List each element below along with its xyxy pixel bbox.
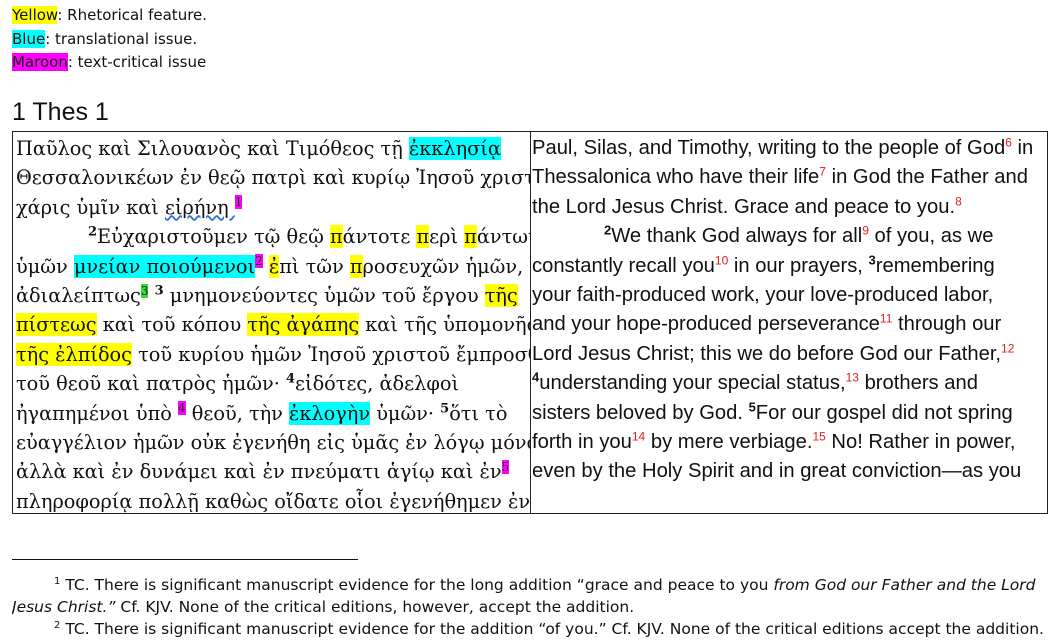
footnote-reference[interactable]: 15 xyxy=(812,429,825,443)
footnote-reference[interactable]: 12 xyxy=(1001,341,1014,355)
english-line: the Lord Jesus Christ. Grace and peace t… xyxy=(532,194,962,218)
english-line: Lord Jesus Christ; this we do before God… xyxy=(532,341,1015,365)
greek-line: Θεσσαλονικέων ἐν θεῷ πατρὶ καὶ κυρίῳ Ἰησ… xyxy=(16,166,531,190)
blue-highlight: μνείαν ποιούμενοι xyxy=(73,254,256,278)
yellow-highlight: π xyxy=(349,254,363,278)
greek-line: πληροφορίᾳ πολλῇ καθὼς οἴδατε οἷοι ἐγενή… xyxy=(16,489,531,513)
legend-item-maroon: Maroon: text-critical issue xyxy=(12,51,207,75)
footnote: 2 TC. There is significant manuscript ev… xyxy=(54,619,1044,638)
verse-number: 5 xyxy=(440,401,450,417)
yellow-highlight: ἐ xyxy=(268,254,280,278)
legend-key: Maroon xyxy=(12,53,68,71)
legend-item-yellow: Yellow: Rhetorical feature. xyxy=(12,4,207,28)
spellcheck-underline: εἰρήνη xyxy=(164,195,235,219)
section-heading: 1 Thes 1 xyxy=(12,98,109,126)
translation-table: Παῦλος καὶ Σιλουανὸς καὶ Τιμόθεος τῇ ἐκκ… xyxy=(12,131,1048,514)
greek-line: εὐαγγέλιον ἡμῶν οὐκ ἐγενήθη εἰς ὑμᾶς ἐν … xyxy=(16,431,531,455)
yellow-highlight: π xyxy=(416,225,430,249)
blue-highlight: ἐκλογὴν xyxy=(289,401,371,425)
english-line: even by the Holy Spirit and in great con… xyxy=(532,460,1022,483)
english-line: Paul, Silas, and Timothy, writing to the… xyxy=(532,135,1034,159)
footnote-reference[interactable]: 8 xyxy=(955,194,962,208)
yellow-highlight: π xyxy=(329,225,343,249)
legend-text: : Rhetorical feature. xyxy=(57,6,208,24)
verse-number: 3 xyxy=(868,251,876,267)
legend-key: Blue xyxy=(12,29,46,48)
footnote-reference[interactable]: 9 xyxy=(862,223,869,237)
english-line: 4understanding your special status,13 br… xyxy=(532,369,978,395)
greek-line: πίστεως καὶ τοῦ κόπου τῆς ἀγάπης καὶ τῆς… xyxy=(16,313,531,337)
greek-line: ὑμῶν μνείαν ποιούμενοι2 ἐπὶ τῶν προσευχῶ… xyxy=(16,254,524,278)
footnote: Jesus Christ.” Cf. KJV. None of the crit… xyxy=(12,598,635,616)
legend-text: : translational issue. xyxy=(45,29,198,48)
footnote-marker: 5 xyxy=(501,460,510,475)
greek-line: ἀδιαλείπτως3 3 μνημονεύοντες ὑμῶν τοῦ ἔρ… xyxy=(16,283,518,308)
footnote-marker: 4 xyxy=(178,401,186,416)
footnote-separator xyxy=(12,559,358,560)
greek-line: ἀλλὰ καὶ ἐν δυνάμει καὶ ἐν πνεύματι ἁγίῳ… xyxy=(16,460,510,484)
yellow-highlight: πίστεως xyxy=(16,313,97,337)
english-column: Paul, Silas, and Timothy, writing to the… xyxy=(531,132,1047,513)
legend-item-blue: Blue: translational issue. xyxy=(12,28,207,52)
english-line: forth in you14 by mere verbiage.15 No! R… xyxy=(532,429,1016,454)
footnote-reference[interactable]: 6 xyxy=(1005,135,1012,149)
english-line: Thessalonica who have their life7 in God… xyxy=(532,164,1028,189)
footnote-marker: 1 xyxy=(234,195,243,210)
yellow-highlight: τῆς xyxy=(484,284,518,308)
footnote-reference[interactable]: 7 xyxy=(819,165,826,179)
legend: Yellow: Rhetorical feature. Blue: transl… xyxy=(12,4,207,75)
footnote-number: 1 xyxy=(54,575,61,587)
english-line: and your hope-produced perseverance11 th… xyxy=(532,311,1002,336)
english-line: sisters beloved by God. 5For our gospel … xyxy=(532,398,1013,424)
footnote-reference[interactable]: 10 xyxy=(715,253,728,267)
footnote-reference[interactable]: 11 xyxy=(880,312,892,326)
footnote-marker: 2 xyxy=(255,254,263,269)
greek-line: χάρις ὑμῖν καὶ εἰρήνη 1 xyxy=(16,195,243,219)
legend-key: Yellow xyxy=(12,6,58,24)
yellow-highlight: τῆς ἐλπίδος xyxy=(16,342,132,366)
yellow-highlight: τῆς ἀγάπης xyxy=(247,313,360,337)
verse-number: 3 xyxy=(154,283,164,299)
english-line: constantly recall you10 in our prayers, … xyxy=(532,251,995,277)
greek-line: τῆς ἐλπίδος τοῦ κυρίου ἡμῶν Ἰησοῦ χριστο… xyxy=(16,342,531,366)
yellow-highlight: π xyxy=(464,225,477,249)
blue-highlight: ἐκκλησίᾳ xyxy=(408,137,501,160)
verse-number: 5 xyxy=(748,398,756,414)
greek-line: Παῦλος καὶ Σιλουανὸς καὶ Τιμόθεος τῇ ἐκκ… xyxy=(16,137,501,160)
greek-line: ἠγαπημένοι ὑπὸ 4 θεοῦ, τὴν ἐκλογὴν ὑμῶν·… xyxy=(16,401,508,425)
english-line: 2We thank God always for all9 of you, as… xyxy=(604,222,994,248)
greek-line: 2Εὐχαριστοῦμεν τῷ θεῷ πάντοτε περὶ πάντω… xyxy=(88,224,530,249)
footnotes: 1 TC. There is significant manuscript ev… xyxy=(12,574,1046,640)
verse-number: 4 xyxy=(285,371,296,387)
footnote-number: 2 xyxy=(54,619,61,631)
footnote-reference[interactable]: 14 xyxy=(632,429,645,443)
footnote: 1 TC. There is significant manuscript ev… xyxy=(54,575,1036,594)
greek-column: Παῦλος καὶ Σιλουανὸς καὶ Τιμόθεος τῇ ἐκκ… xyxy=(13,132,531,513)
verse-number: 2 xyxy=(88,224,98,240)
legend-text: : text-critical issue xyxy=(67,53,207,71)
greek-line: τοῦ θεοῦ καὶ πατρὸς ἡμῶν· 4εἰδότες, ἀδελ… xyxy=(16,371,460,396)
footnote-reference[interactable]: 13 xyxy=(846,371,859,385)
english-line: your faith-produced work, your love-prod… xyxy=(532,284,994,307)
